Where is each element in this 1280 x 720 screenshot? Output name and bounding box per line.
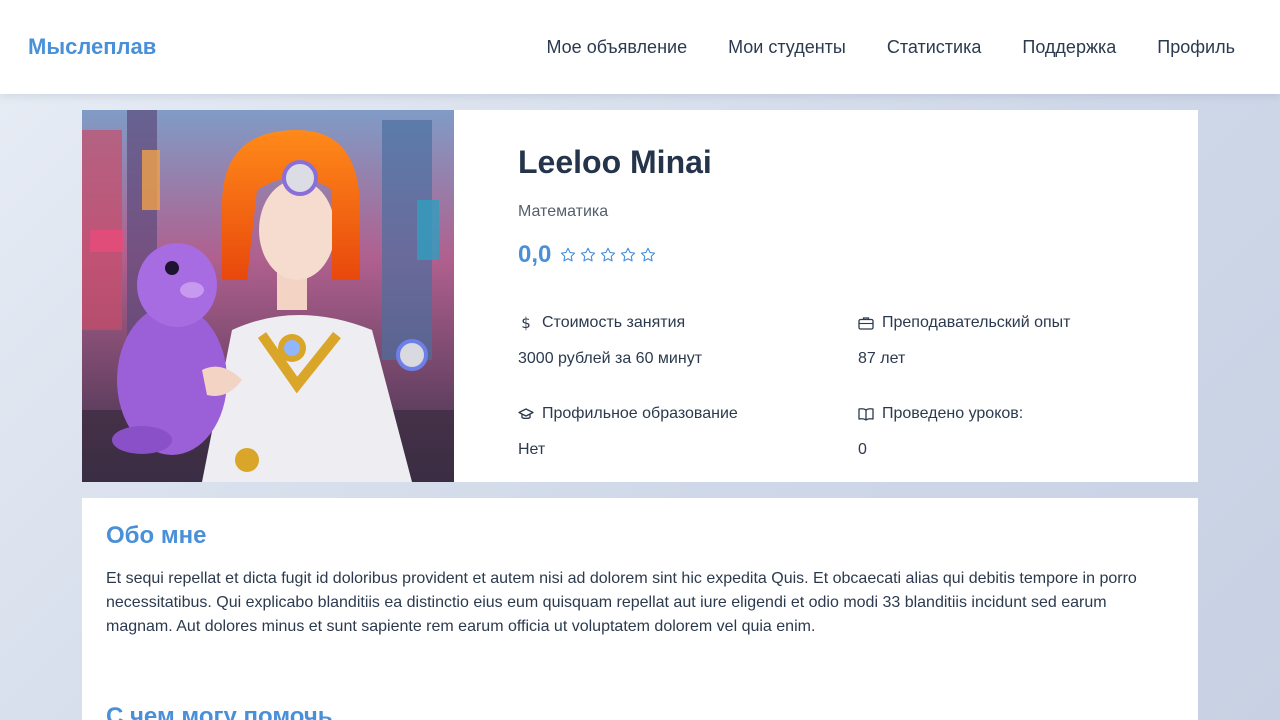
fact-value: 87 лет xyxy=(858,350,906,367)
star-empty-icon xyxy=(581,247,596,262)
svg-text:$: $ xyxy=(521,315,531,331)
fact-value: 3000 рублей за 60 минут xyxy=(518,350,703,367)
profile-info: Leeloo Minai Математика 0,0 $ Стоимость … xyxy=(454,110,1198,482)
fact-label: Профильное образование xyxy=(542,405,738,422)
profile-photo-illustration xyxy=(82,110,454,482)
fact-value: 0 xyxy=(858,441,867,458)
fact-label: Стоимость занятия xyxy=(542,314,686,331)
rating-stars xyxy=(559,246,657,264)
graduation-cap-icon xyxy=(518,406,534,422)
fact-value: Нет xyxy=(518,441,546,458)
book-icon xyxy=(858,406,874,422)
brand-logo[interactable]: Мыслеплав xyxy=(28,34,156,60)
main-nav: Мое объявление Мои студенты Статистика П… xyxy=(546,37,1235,58)
tutor-subject: Математика xyxy=(518,203,609,220)
fact-label: Проведено уроков: xyxy=(882,405,1024,422)
star-empty-icon xyxy=(641,247,656,262)
rating-value: 0,0 xyxy=(518,241,552,268)
nav-item-my-listing[interactable]: Мое объявление xyxy=(546,37,687,58)
fact-label: Преподавательский опыт xyxy=(882,314,1071,331)
help-title: С чем могу помочь xyxy=(106,703,333,720)
nav-item-support[interactable]: Поддержка xyxy=(1022,37,1116,58)
profile-card: Leeloo Minai Математика 0,0 $ Стоимость … xyxy=(82,110,1198,482)
top-navbar: Мыслеплав Мое объявление Мои студенты Ст… xyxy=(0,0,1280,94)
tutor-name: Leeloo Minai xyxy=(518,144,712,180)
briefcase-icon xyxy=(858,315,874,331)
star-empty-icon xyxy=(561,247,576,262)
about-card: Обо мне Et sequi repellat et dicta fugit… xyxy=(82,498,1198,720)
profile-facts: $ Стоимость занятия 3000 рублей за 60 ми… xyxy=(518,314,1198,496)
about-title: Обо мне xyxy=(106,522,207,549)
fact-experience: Преподавательский опыт 87 лет xyxy=(858,314,1158,405)
star-empty-icon xyxy=(601,247,616,262)
dollar-icon: $ xyxy=(518,315,534,331)
fact-education: Профильное образование Нет xyxy=(518,405,858,496)
profile-photo xyxy=(82,110,454,482)
star-empty-icon xyxy=(621,247,636,262)
fact-lessons: Проведено уроков: 0 xyxy=(858,405,1158,496)
about-text: Et sequi repellat et dicta fugit id dolo… xyxy=(106,570,1137,635)
nav-item-profile[interactable]: Профиль xyxy=(1157,37,1235,58)
nav-item-my-students[interactable]: Мои студенты xyxy=(728,37,846,58)
fact-price: $ Стоимость занятия 3000 рублей за 60 ми… xyxy=(518,314,858,405)
nav-item-statistics[interactable]: Статистика xyxy=(887,37,982,58)
rating: 0,0 xyxy=(518,241,1198,269)
